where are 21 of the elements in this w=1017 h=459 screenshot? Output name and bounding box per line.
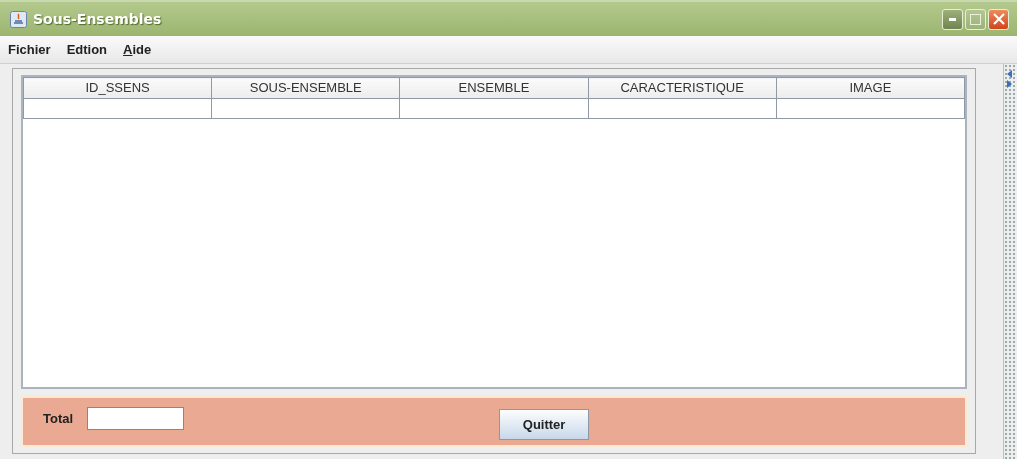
column-header[interactable]: IMAGE <box>776 77 965 98</box>
app-icon <box>10 10 27 28</box>
column-header[interactable]: ID_SSENS <box>23 77 212 98</box>
column-header[interactable]: SOUS-ENSEMBLE <box>211 77 400 98</box>
splitter[interactable] <box>1003 64 1017 459</box>
menu-item[interactable]: Edtion <box>66 39 108 60</box>
column-header[interactable]: ENSEMBLE <box>399 77 589 98</box>
minimize-button[interactable] <box>942 8 963 30</box>
menu-item[interactable]: Fichier <box>8 39 51 60</box>
right-arrow-icon[interactable] <box>1007 80 1013 88</box>
left-arrow-icon[interactable] <box>1007 70 1013 78</box>
total-field[interactable] <box>87 407 185 430</box>
quit-button[interactable]: Quitter <box>499 409 590 440</box>
total-label: Total <box>43 409 74 428</box>
maximize-icon <box>970 13 981 25</box>
column-header[interactable]: CARACTERISTIQUE <box>588 77 777 98</box>
menu-item[interactable]: Aide <box>123 39 152 60</box>
minimize-icon <box>949 17 956 21</box>
close-button[interactable] <box>988 8 1009 30</box>
window-title: Sous-Ensembles <box>33 9 162 29</box>
close-icon <box>992 13 1005 25</box>
